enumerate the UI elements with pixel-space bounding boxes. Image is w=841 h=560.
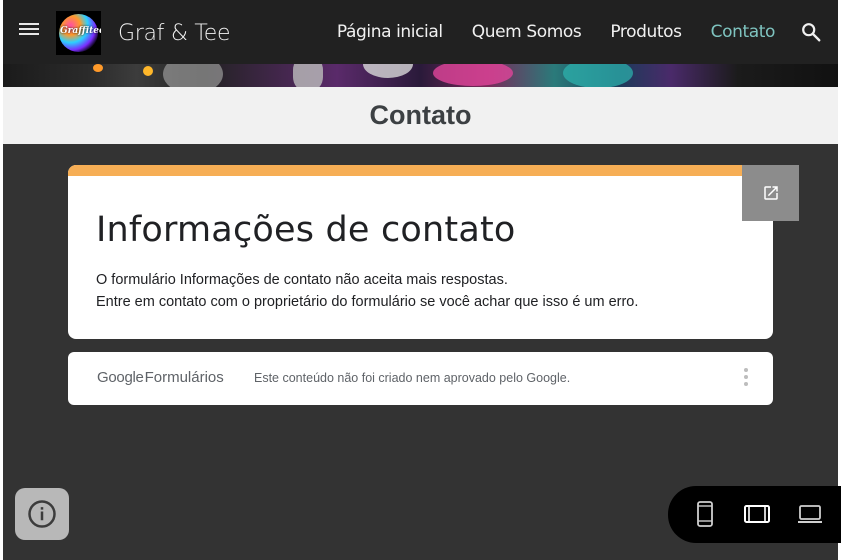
site-logo[interactable]: Graffitee	[56, 11, 101, 55]
logo-text: Graffitee	[60, 26, 101, 36]
info-icon[interactable]	[15, 488, 69, 540]
google-forms-logo[interactable]: GoogleFormulários	[97, 369, 224, 386]
device-preview-toolbar	[668, 486, 841, 543]
laptop-icon[interactable]	[796, 500, 824, 528]
nav-item-contact[interactable]: Contato	[711, 22, 776, 42]
search-icon[interactable]	[800, 21, 822, 43]
google-disclaimer: Este conteúdo não foi criado nem aprovad…	[254, 371, 571, 385]
site-title[interactable]: Graf & Tee	[118, 21, 231, 46]
header-banner-image	[3, 64, 838, 87]
main-nav: Página inicial Quem Somos Produtos Conta…	[337, 0, 776, 64]
open-in-new-icon[interactable]	[742, 165, 799, 221]
phone-icon[interactable]	[691, 500, 719, 528]
page-title: Contato	[369, 100, 472, 130]
form-closed-message: O formulário Informações de contato não …	[96, 269, 638, 313]
form-message-line-1: O formulário Informações de contato não …	[96, 272, 508, 288]
section-title-band: Contato	[3, 87, 838, 144]
nav-item-about[interactable]: Quem Somos	[472, 22, 582, 42]
forms-footer-card: GoogleFormulários Este conteúdo não foi …	[68, 352, 773, 405]
hamburger-menu-icon[interactable]	[17, 20, 41, 44]
nav-item-products[interactable]: Produtos	[610, 22, 682, 42]
form-message-line-2: Entre em contato com o proprietário do f…	[96, 294, 639, 310]
more-vertical-icon[interactable]	[743, 368, 749, 390]
top-app-bar: Graffitee Graf & Tee Página inicial Quem…	[3, 0, 838, 64]
nav-item-home[interactable]: Página inicial	[337, 22, 443, 42]
tablet-icon[interactable]	[743, 500, 771, 528]
site-frame: Graffitee Graf & Tee Página inicial Quem…	[3, 0, 838, 560]
embedded-form-card: Informações de contato O formulário Info…	[68, 165, 773, 339]
form-title: Informações de contato	[96, 210, 516, 250]
form-accent-bar	[68, 165, 773, 176]
